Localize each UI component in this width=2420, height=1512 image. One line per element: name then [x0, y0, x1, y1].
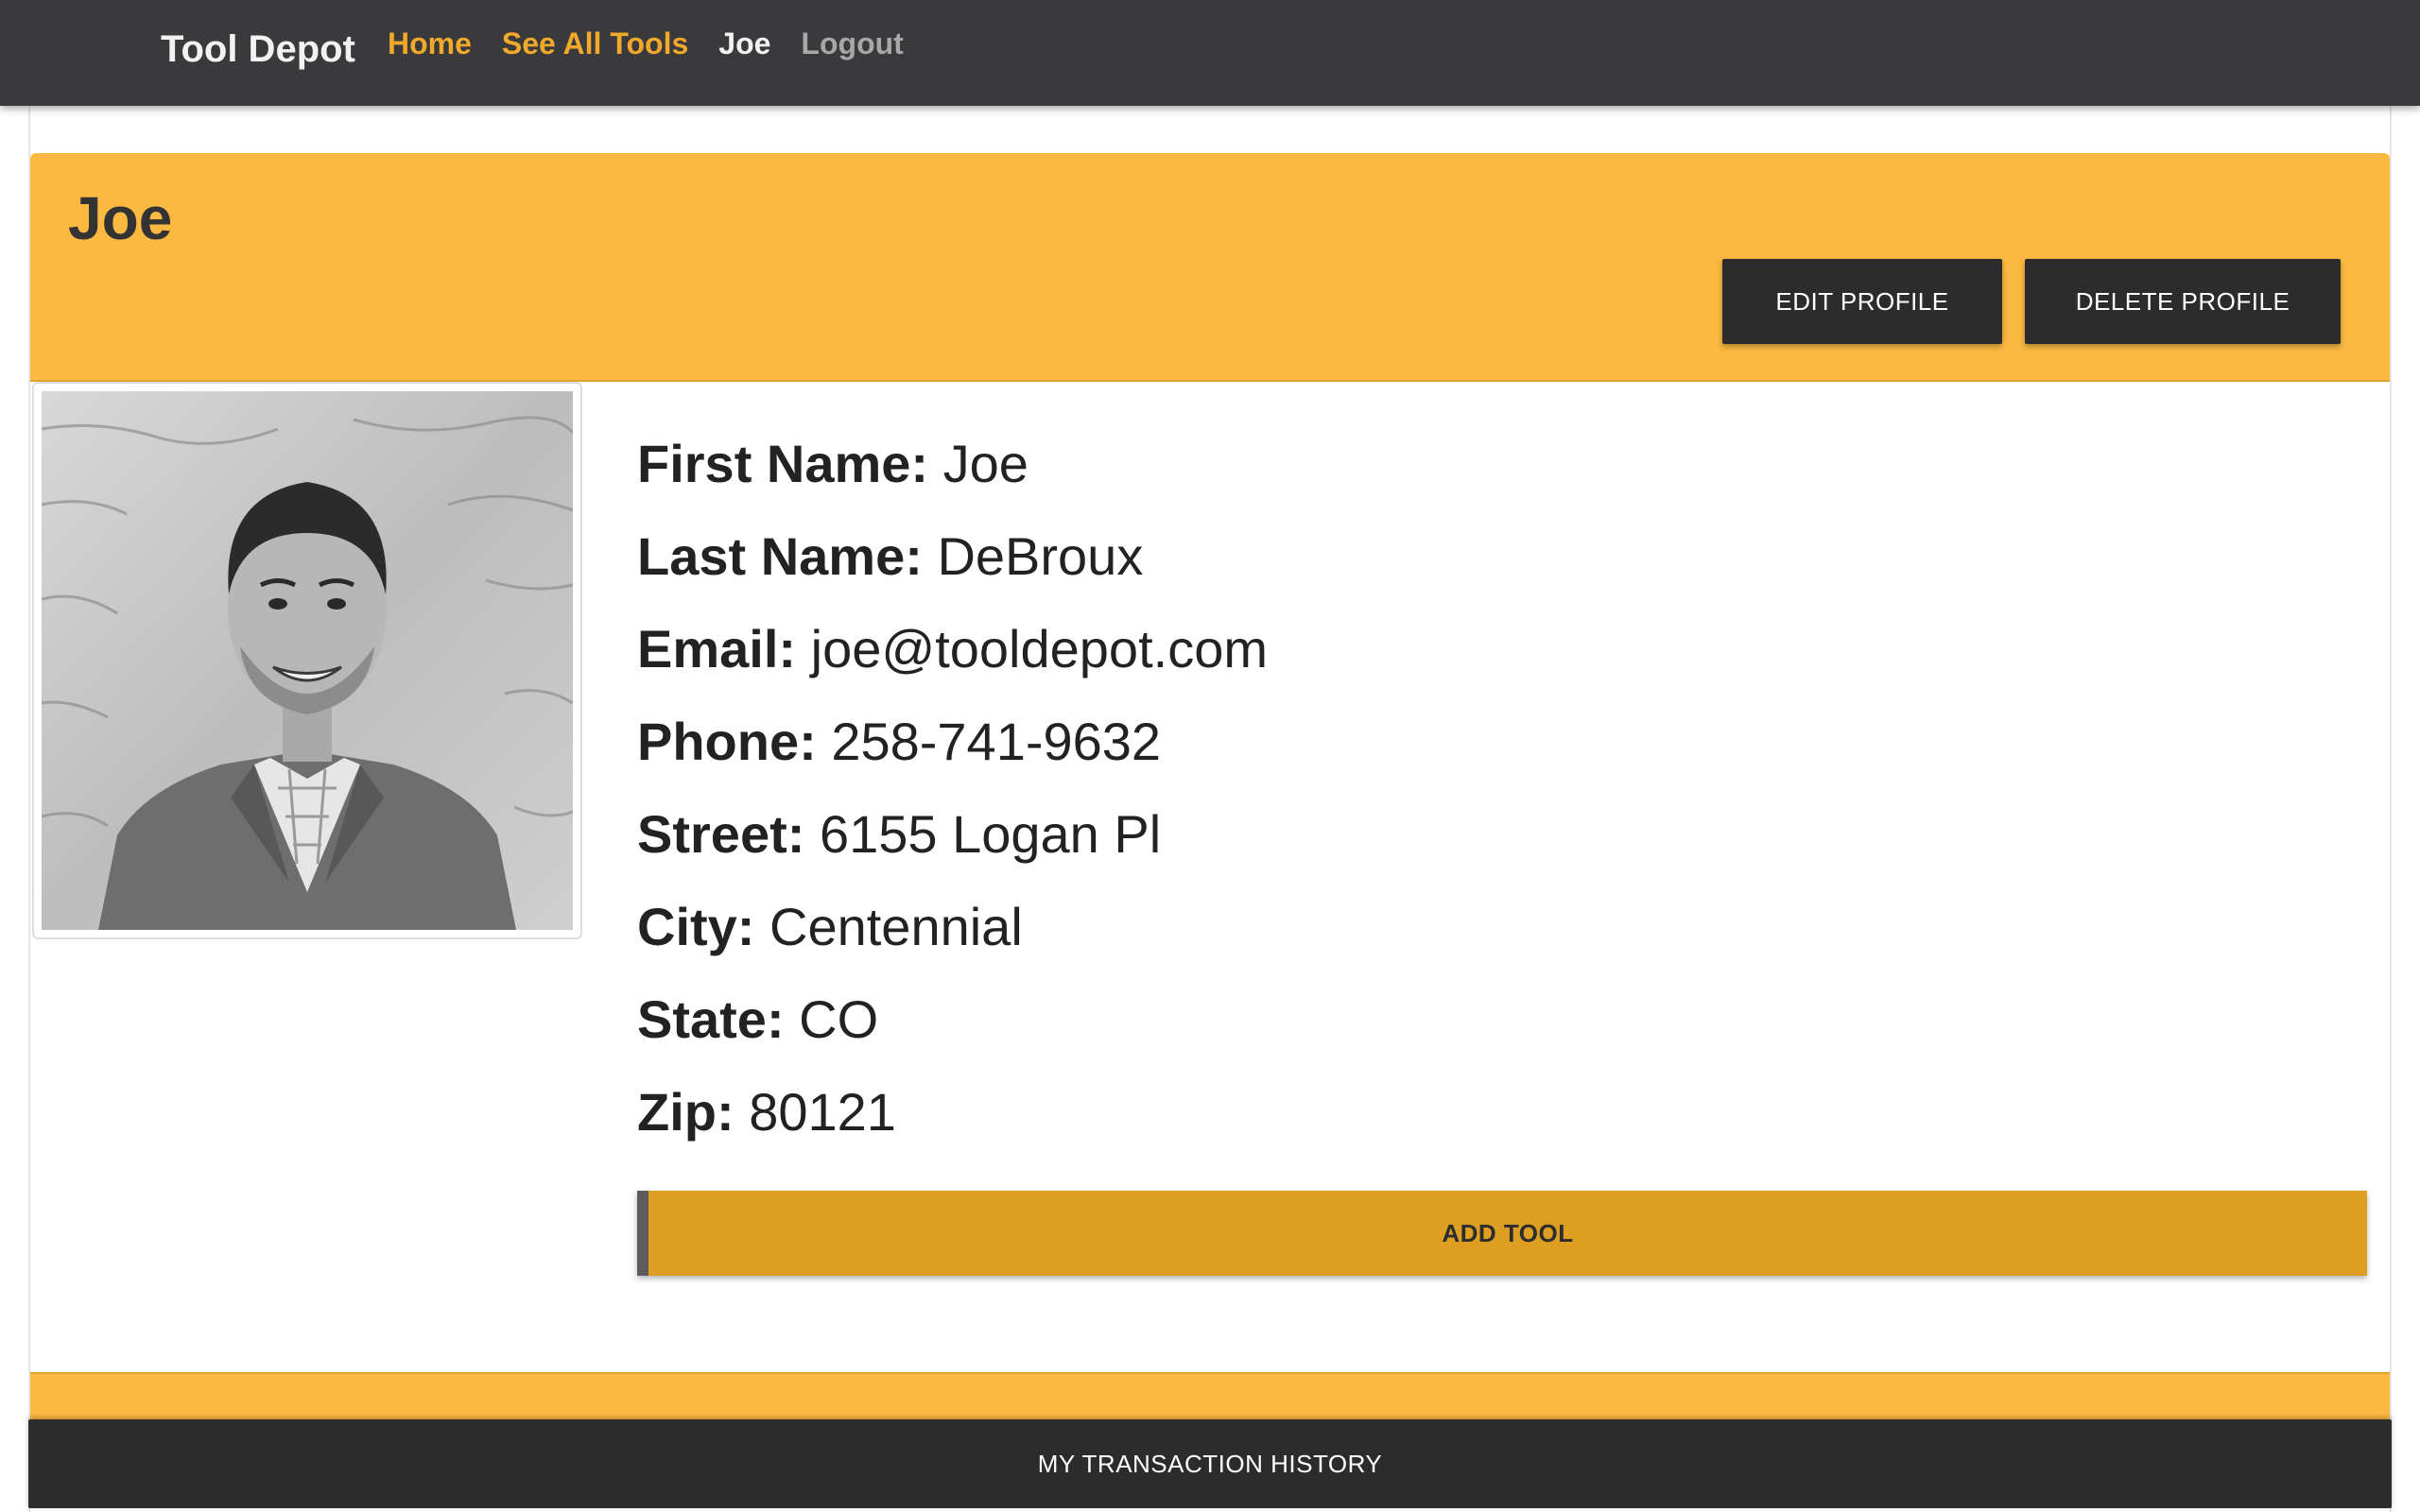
zip-value: 80121: [749, 1082, 896, 1142]
phone-row: Phone: 258-741-9632: [637, 696, 1268, 788]
edit-profile-button[interactable]: EDIT PROFILE: [1722, 259, 2002, 344]
first-name-value: Joe: [942, 434, 1028, 493]
profile-card: Joe EDIT PROFILE DELETE PROFILE First Na…: [28, 106, 2392, 1512]
first-name-row: First Name: Joe: [637, 418, 1268, 510]
street-label: Street:: [637, 804, 805, 864]
transaction-history-button[interactable]: MY TRANSACTION HISTORY: [28, 1419, 2392, 1508]
first-name-label: First Name:: [637, 434, 929, 493]
last-name-value: DeBroux: [937, 526, 1144, 586]
delete-profile-button[interactable]: DELETE PROFILE: [2025, 259, 2341, 344]
nav-link-see-all-tools[interactable]: See All Tools: [502, 26, 688, 61]
last-name-row: Last Name: DeBroux: [637, 510, 1268, 603]
nav-link-home[interactable]: Home: [388, 26, 472, 61]
city-row: City: Centennial: [637, 881, 1268, 973]
email-label: Email:: [637, 619, 797, 679]
zip-label: Zip:: [637, 1082, 735, 1142]
top-navbar: Tool Depot Home See All Tools Joe Logout: [0, 0, 2420, 106]
profile-title: Joe: [68, 184, 173, 252]
email-row: Email: joe@tooldepot.com: [637, 603, 1268, 696]
nav-links: Home See All Tools Joe Logout: [388, 26, 904, 61]
zip-row: Zip: 80121: [637, 1066, 1268, 1159]
add-tool-button[interactable]: ADD TOOL: [637, 1191, 2367, 1276]
state-label: State:: [637, 989, 785, 1049]
state-value: CO: [799, 989, 879, 1049]
last-name-label: Last Name:: [637, 526, 923, 586]
state-row: State: CO: [637, 973, 1268, 1066]
nav-link-user-profile[interactable]: Joe: [718, 26, 770, 61]
street-value: 6155 Logan Pl: [819, 804, 1162, 864]
email-value: joe@tooldepot.com: [810, 619, 1268, 679]
profile-photo: [32, 382, 582, 939]
city-label: City:: [637, 897, 755, 956]
phone-label: Phone:: [637, 712, 817, 771]
profile-footer-bar: [30, 1372, 2390, 1423]
user-photo-icon: [42, 391, 573, 930]
profile-details: First Name: Joe Last Name: DeBroux Email…: [637, 418, 1268, 1159]
street-row: Street: 6155 Logan Pl: [637, 788, 1268, 881]
profile-header: Joe EDIT PROFILE DELETE PROFILE: [30, 153, 2390, 382]
brand-logo-text[interactable]: Tool Depot: [161, 28, 355, 71]
phone-value: 258-741-9632: [831, 712, 1162, 771]
nav-link-logout[interactable]: Logout: [801, 26, 903, 61]
city-value: Centennial: [769, 897, 1023, 956]
